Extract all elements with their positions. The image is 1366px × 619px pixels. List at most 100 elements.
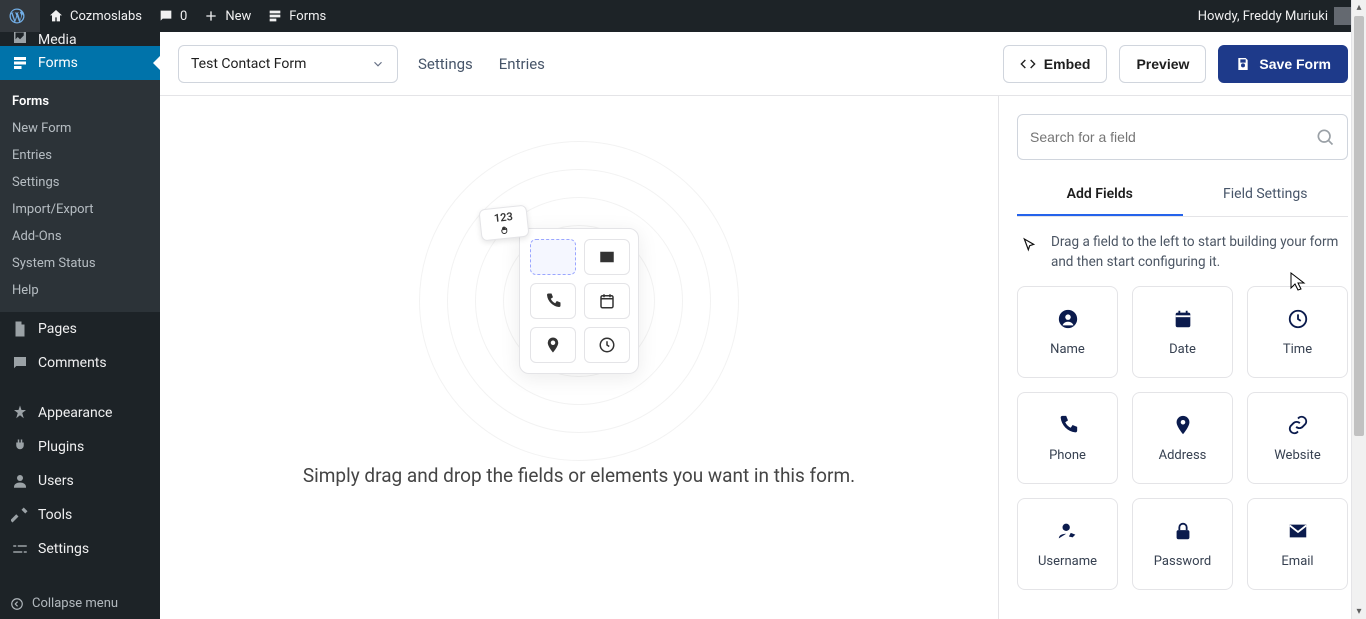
sidebar-item-label: Settings bbox=[38, 541, 89, 557]
howdy-account[interactable]: Howdy, Freddy Muriuki bbox=[1190, 0, 1360, 32]
sidebar-item-settings[interactable]: Settings bbox=[0, 532, 160, 566]
search-icon bbox=[1315, 127, 1335, 147]
forms-icon bbox=[10, 54, 30, 72]
howdy-text: Howdy, Freddy Muriuki bbox=[1198, 9, 1328, 24]
canvas-instruction: Simply drag and drop the fields or eleme… bbox=[303, 464, 855, 487]
chevron-down-icon bbox=[371, 57, 385, 71]
field-card-address[interactable]: Address bbox=[1132, 392, 1233, 484]
users-icon bbox=[10, 472, 30, 490]
placeholder-float-tile: 123 bbox=[478, 205, 529, 242]
field-card-label: Username bbox=[1038, 554, 1097, 569]
panel-hint-text: Drag a field to the left to start buildi… bbox=[1051, 233, 1344, 272]
map-pin-icon bbox=[544, 336, 562, 354]
sidebar-item-users[interactable]: Users bbox=[0, 464, 160, 498]
form-selector-dropdown[interactable]: Test Contact Form bbox=[178, 45, 398, 83]
placeholder-cell-drop bbox=[530, 239, 576, 275]
wordpress-icon bbox=[8, 7, 26, 25]
sidebar-item-pages[interactable]: Pages bbox=[0, 312, 160, 346]
plus-icon bbox=[203, 8, 219, 24]
sidebar-item-label: Appearance bbox=[38, 405, 112, 421]
field-card-label: Email bbox=[1281, 554, 1313, 569]
field-card-label: Address bbox=[1159, 448, 1207, 463]
wp-logo-menu[interactable] bbox=[0, 0, 40, 32]
field-card-name[interactable]: Name bbox=[1017, 286, 1118, 378]
sidebar-item-label: Plugins bbox=[38, 439, 84, 455]
submenu-item[interactable]: System Status bbox=[0, 250, 160, 277]
site-name-link[interactable]: Cozmoslabs bbox=[40, 0, 150, 32]
placeholder-cell bbox=[530, 327, 576, 363]
save-label: Save Form bbox=[1259, 56, 1331, 72]
sidebar-item-forms[interactable]: Forms bbox=[0, 46, 160, 80]
submenu-item[interactable]: Add-Ons bbox=[0, 223, 160, 250]
save-icon bbox=[1235, 56, 1251, 72]
scroll-down-button[interactable]: ▾ bbox=[1352, 604, 1366, 619]
scroll-up-button[interactable]: ▴ bbox=[1352, 0, 1366, 15]
user-circle-icon bbox=[1057, 308, 1079, 330]
collapse-menu[interactable]: Collapse menu bbox=[0, 588, 160, 619]
form-selector-label: Test Contact Form bbox=[191, 56, 306, 72]
preview-label: Preview bbox=[1136, 56, 1189, 72]
field-grid: Name Date Time Phone Address Website Username P… bbox=[1017, 286, 1348, 598]
field-card-username[interactable]: Username bbox=[1017, 498, 1118, 590]
field-card-password[interactable]: Password bbox=[1132, 498, 1233, 590]
panel-hint: Drag a field to the left to start buildi… bbox=[1017, 217, 1348, 286]
comments-count: 0 bbox=[180, 9, 187, 24]
field-search-input[interactable] bbox=[1030, 129, 1315, 145]
submenu-item[interactable]: Import/Export bbox=[0, 196, 160, 223]
media-icon bbox=[10, 32, 30, 46]
embed-button[interactable]: Embed bbox=[1003, 45, 1108, 83]
top-link-entries[interactable]: Entries bbox=[499, 55, 545, 73]
submenu-item[interactable]: Forms bbox=[0, 88, 160, 115]
grab-icon bbox=[498, 223, 511, 236]
clock-icon bbox=[1287, 308, 1309, 330]
form-editor-topbar: Test Contact Form Settings Entries Embed… bbox=[160, 32, 1366, 96]
field-card-label: Name bbox=[1050, 342, 1085, 357]
sidebar-item-media[interactable]: Media bbox=[0, 32, 160, 46]
panel-tabs: Add Fields Field Settings bbox=[1017, 176, 1348, 217]
fields-panel: Add Fields Field Settings Drag a field t… bbox=[998, 96, 1366, 619]
new-content-link[interactable]: New bbox=[195, 0, 259, 32]
scroll-thumb[interactable] bbox=[1354, 16, 1364, 436]
field-card-label: Password bbox=[1154, 554, 1211, 569]
field-card-phone[interactable]: Phone bbox=[1017, 392, 1118, 484]
forms-adminbar-link[interactable]: Forms bbox=[259, 0, 334, 32]
collapse-icon bbox=[10, 597, 24, 611]
new-label: New bbox=[225, 9, 251, 24]
wp-admin-bar: Cozmoslabs 0 New Forms Howdy, Freddy Mur… bbox=[0, 0, 1366, 32]
clock-icon bbox=[598, 336, 616, 354]
forms-adminbar-label: Forms bbox=[289, 9, 326, 24]
placeholder-cell bbox=[584, 283, 630, 319]
save-form-button[interactable]: Save Form bbox=[1218, 45, 1348, 83]
site-name-text: Cozmoslabs bbox=[70, 9, 142, 24]
submenu-item[interactable]: New Form bbox=[0, 115, 160, 142]
field-card-email[interactable]: Email bbox=[1247, 498, 1348, 590]
field-card-time[interactable]: Time bbox=[1247, 286, 1348, 378]
top-link-settings[interactable]: Settings bbox=[418, 55, 473, 73]
placeholder-cell bbox=[584, 327, 630, 363]
sidebar-item-label: Tools bbox=[38, 507, 72, 523]
tab-add-fields[interactable]: Add Fields bbox=[1017, 176, 1183, 216]
submenu-item[interactable]: Settings bbox=[0, 169, 160, 196]
collapse-label: Collapse menu bbox=[32, 596, 118, 611]
comment-icon bbox=[158, 8, 174, 24]
field-search[interactable] bbox=[1017, 114, 1348, 160]
sidebar-item-label: Comments bbox=[38, 355, 107, 371]
form-canvas[interactable]: 123 bbox=[160, 96, 998, 619]
field-card-date[interactable]: Date bbox=[1132, 286, 1233, 378]
sidebar-item-label: Forms bbox=[38, 55, 78, 71]
placeholder-cell bbox=[530, 283, 576, 319]
browser-scrollbar[interactable]: ▴ ▾ bbox=[1351, 0, 1366, 619]
sidebar-item-plugins[interactable]: Plugins bbox=[0, 430, 160, 464]
admin-sidebar: Media Forms FormsNew FormEntriesSettings… bbox=[0, 32, 160, 619]
submenu-item[interactable]: Help bbox=[0, 277, 160, 304]
submenu-item[interactable]: Entries bbox=[0, 142, 160, 169]
field-card-website[interactable]: Website bbox=[1247, 392, 1348, 484]
sidebar-item-tools[interactable]: Tools bbox=[0, 498, 160, 532]
field-card-label: Date bbox=[1169, 342, 1196, 357]
canvas-placeholder: 123 bbox=[429, 228, 729, 374]
tab-field-settings[interactable]: Field Settings bbox=[1183, 176, 1349, 216]
sidebar-item-comments[interactable]: Comments bbox=[0, 346, 160, 380]
sidebar-item-appearance[interactable]: Appearance bbox=[0, 396, 160, 430]
preview-button[interactable]: Preview bbox=[1119, 45, 1206, 83]
comments-link[interactable]: 0 bbox=[150, 0, 195, 32]
